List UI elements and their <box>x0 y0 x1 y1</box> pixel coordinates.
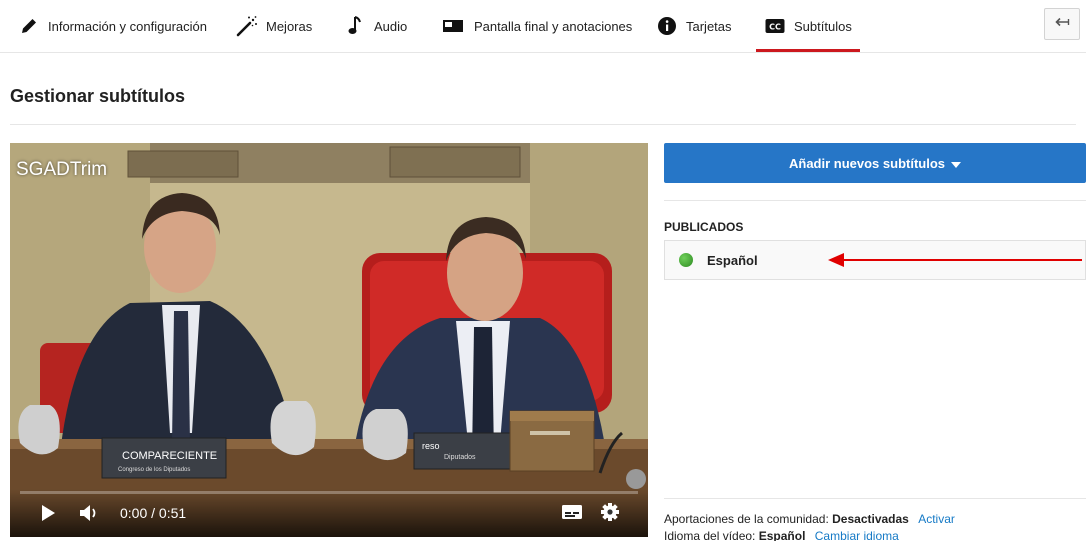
player-controls: 0:00 / 0:51 <box>10 489 648 537</box>
add-subtitles-label: Añadir nuevos subtítulos <box>788 155 945 171</box>
tab-label: Mejoras <box>266 18 313 34</box>
tab-label: Audio <box>374 18 408 34</box>
subtitles-button[interactable] <box>560 503 584 525</box>
page-title: Gestionar subtítulos <box>10 86 186 106</box>
tab-subtitulos[interactable]: CC Subtítulos <box>756 0 860 52</box>
caret-down-icon <box>951 156 961 171</box>
change-language-link[interactable]: Cambiar idioma <box>815 529 899 541</box>
info-icon <box>656 15 678 37</box>
pencil-icon <box>18 15 40 37</box>
nameplate-text: COMPARECIENTE <box>122 450 217 462</box>
nameplate-right-text: reso <box>422 441 440 451</box>
red-arrow-annotation <box>828 253 1082 267</box>
subtitles-page: Información y configuración Mejoras Audi… <box>0 0 1086 541</box>
end-screen-icon <box>440 15 466 37</box>
community-value: Desactivadas <box>832 512 909 526</box>
volume-button[interactable] <box>78 504 100 527</box>
magic-wand-icon <box>236 15 258 37</box>
community-contributions-line: Aportaciones de la comunidad: Desactivad… <box>664 512 955 526</box>
progress-bar[interactable] <box>20 491 638 494</box>
published-language-label: Español <box>707 252 758 268</box>
time-display: 0:00 / 0:51 <box>120 505 187 521</box>
activate-link[interactable]: Activar <box>918 512 955 526</box>
tab-info[interactable]: Información y configuración <box>18 0 207 52</box>
divider <box>664 200 1086 201</box>
published-section-label: PUBLICADOS <box>664 220 744 234</box>
music-note-icon <box>344 15 366 37</box>
nameplate-right-subtext: Diputados <box>444 454 476 461</box>
settings-button[interactable] <box>598 502 622 526</box>
video-frame: COMPARECIENTE Congreso de los Diputados … <box>10 143 648 537</box>
video-language-value: Español <box>758 529 806 541</box>
video-player[interactable]: COMPARECIENTE Congreso de los Diputados … <box>10 143 648 537</box>
community-label: Aportaciones de la comunidad: <box>664 512 829 526</box>
tab-mejoras[interactable]: Mejoras <box>236 0 312 52</box>
tab-tarjetas[interactable]: Tarjetas <box>656 0 732 52</box>
video-language-line: Idioma del vídeo: Español Cambiar idioma <box>664 529 899 541</box>
tab-label: Pantalla final y anotaciones <box>474 18 633 34</box>
tab-audio[interactable]: Audio <box>344 0 407 52</box>
tab-label: Tarjetas <box>686 18 732 34</box>
cc-icon: CC <box>764 15 786 37</box>
back-button[interactable] <box>1044 8 1080 40</box>
tab-label: Información y configuración <box>48 18 207 34</box>
video-language-label: Idioma del vídeo: <box>664 529 756 541</box>
tab-pantalla-final[interactable]: Pantalla final y anotaciones <box>440 0 632 52</box>
subtitles-icon <box>561 504 583 525</box>
divider <box>10 124 1076 125</box>
published-status-icon <box>679 253 693 267</box>
gear-icon <box>600 502 620 527</box>
volume-icon <box>79 504 99 527</box>
back-arrow-icon <box>1054 15 1070 33</box>
nameplate-subtext: Congreso de los Diputados <box>118 467 190 473</box>
tab-label: Subtítulos <box>794 18 852 34</box>
play-button[interactable] <box>38 504 58 527</box>
add-subtitles-button[interactable]: Añadir nuevos subtítulos <box>664 143 1086 183</box>
video-title: SGADTrim <box>16 159 108 180</box>
divider <box>664 498 1086 499</box>
editor-tab-bar: Información y configuración Mejoras Audi… <box>0 0 1086 53</box>
play-icon <box>40 504 56 527</box>
svg-text:CC: CC <box>769 23 781 32</box>
